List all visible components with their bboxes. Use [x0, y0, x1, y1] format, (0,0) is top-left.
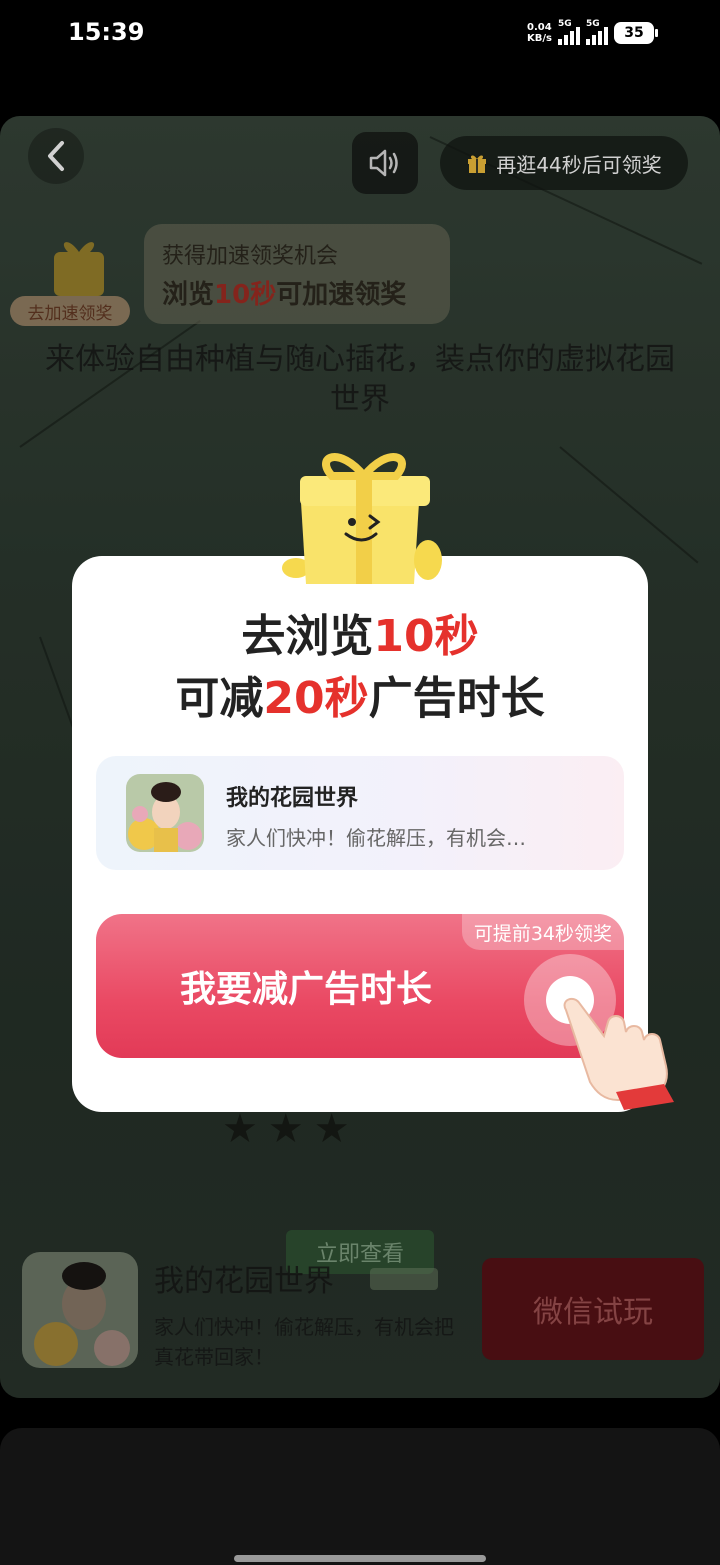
signal-label: 5G	[558, 19, 572, 29]
signal-icon-2: 5G	[586, 19, 608, 45]
network-speed-value: 0.04	[527, 22, 552, 33]
reduce-ad-time-button[interactable]: 我要减广告时长 可提前34秒领奖	[96, 914, 624, 1058]
app-name: 我的花园世界	[226, 786, 359, 811]
modal-title-line1-highlight: 10秒	[373, 611, 479, 662]
modal-title: 去浏览10秒 可减20秒广告时长	[72, 606, 648, 730]
modal-title-line1: 去浏览10秒	[72, 606, 648, 668]
network-speed-unit: KB/s	[527, 33, 552, 44]
modal-title-line2: 可减20秒广告时长	[72, 668, 648, 730]
app-icon	[126, 774, 204, 852]
bottom-panel	[0, 1428, 720, 1565]
early-reward-badge: 可提前34秒领奖	[461, 914, 624, 950]
battery-icon: 35	[614, 22, 658, 44]
pointing-hand-icon	[563, 997, 674, 1110]
modal-title-line2-suffix: 广告时长	[368, 673, 545, 724]
status-time: 15:39	[68, 18, 145, 46]
signal-icon: 5G	[558, 19, 580, 45]
modal-title-line1-prefix: 去浏览	[241, 611, 374, 662]
modal-title-line2-prefix: 可减	[175, 673, 264, 724]
modal-title-line2-highlight: 20秒	[263, 673, 369, 724]
status-bar: 15:39 0.04 KB/s 5G 5G 35	[0, 0, 720, 70]
cta-label: 我要减广告时长	[179, 969, 432, 1010]
signal-label-2: 5G	[586, 19, 600, 29]
app-card[interactable]: 我的花园世界 家人们快冲！偷花解压，有机会…	[96, 756, 624, 870]
app-description: 家人们快冲！偷花解压，有机会…	[226, 826, 526, 850]
network-speed: 0.04 KB/s	[527, 22, 552, 44]
status-icons: 0.04 KB/s 5G 5G 35	[527, 18, 658, 48]
gift-mascot-icon	[282, 453, 442, 584]
home-indicator[interactable]	[234, 1555, 486, 1562]
